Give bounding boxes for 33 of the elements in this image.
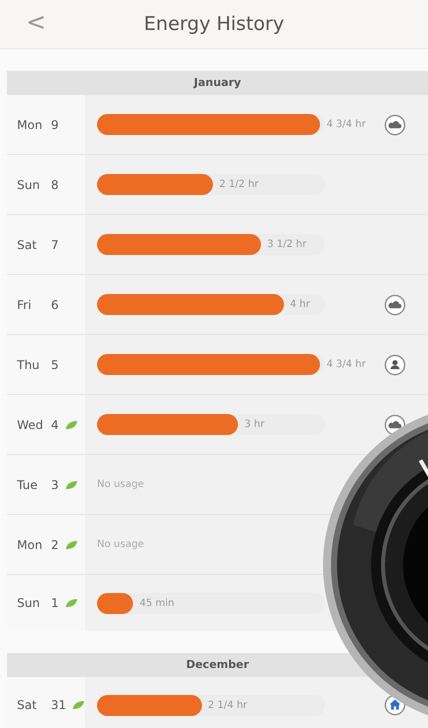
date-label: 31	[50, 698, 66, 712]
usage-duration: 3 1/2 hr	[267, 239, 306, 250]
day-label: Sun	[17, 596, 41, 610]
usage-duration: No usage	[97, 539, 144, 550]
usage-duration: No usage	[97, 479, 144, 490]
usage-duration: 2 1/4 hr	[208, 700, 248, 710]
day-label: Sat	[17, 238, 38, 252]
date-label: 2	[51, 538, 59, 552]
usage-duration: 4 hr	[290, 299, 310, 310]
usage-duration: 3 hr	[244, 419, 264, 430]
day-label: Thu	[17, 358, 41, 372]
day-label: Mon	[17, 118, 43, 132]
usage-duration: 2 1/2 hr	[219, 179, 259, 190]
date-label: 7	[51, 238, 59, 252]
usage-duration: 4 3/4 hr	[326, 359, 366, 370]
day-label: Sat	[17, 698, 38, 712]
date-label: 9	[51, 118, 59, 132]
date-label: 5	[51, 358, 59, 372]
day-label: Mon	[17, 538, 43, 552]
back-button[interactable]: <	[20, 8, 52, 36]
usage-duration: 4 3/4 hr	[326, 119, 366, 130]
day-label: Fri	[17, 298, 32, 312]
date-label: 6	[51, 298, 59, 312]
date-label: 4	[51, 418, 59, 432]
date-label: 3	[51, 478, 59, 492]
screen-title: Energy History	[144, 13, 284, 35]
month-header: January	[7, 71, 428, 95]
date-label: 1	[51, 596, 59, 610]
day-label: Wed	[17, 418, 43, 432]
date-label: 8	[51, 178, 59, 192]
day-label: Tue	[17, 478, 38, 492]
day-label: Sun	[17, 178, 41, 192]
usage-duration: 45 min	[139, 598, 174, 608]
